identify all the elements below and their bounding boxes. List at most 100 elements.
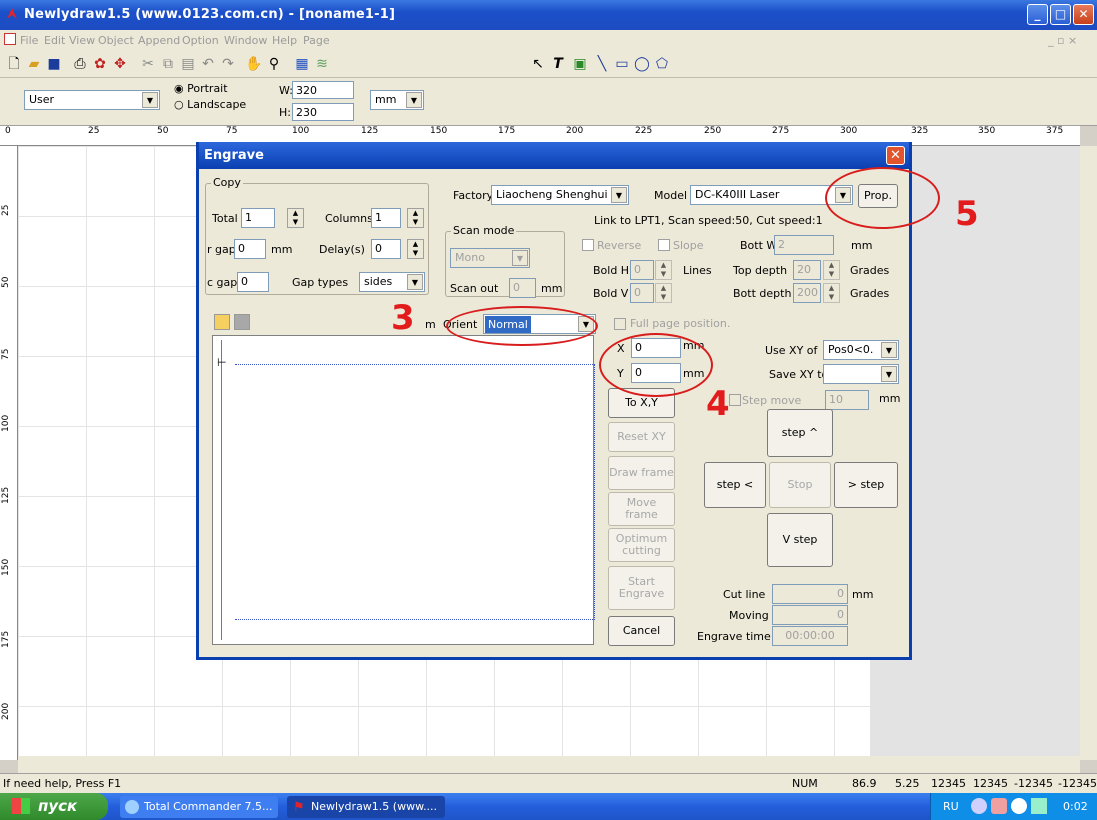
step-up-button[interactable]: step ^ bbox=[767, 409, 833, 457]
columns-spinner[interactable]: ▲ ▼ bbox=[407, 208, 424, 228]
total-spinner[interactable]: ▲ ▼ bbox=[287, 208, 304, 228]
columns-field[interactable]: 1 bbox=[371, 208, 401, 228]
ellipse-icon[interactable]: ◯ bbox=[632, 54, 652, 74]
scan-mode-select[interactable]: Mono ▼ bbox=[450, 248, 530, 268]
menu-window[interactable]: Window bbox=[224, 34, 267, 47]
dialog-close-button[interactable]: ✕ bbox=[886, 146, 905, 165]
factory-select[interactable]: Liaocheng Shenghui ▼ bbox=[491, 185, 629, 205]
page-size-select[interactable]: User ▼ bbox=[24, 90, 160, 110]
menu-page[interactable]: Page bbox=[303, 34, 330, 47]
bott-depth-spinner[interactable]: ▲ ▼ bbox=[823, 283, 840, 303]
menu-append[interactable]: Append bbox=[138, 34, 180, 47]
zoom-icon[interactable]: ⚲ bbox=[264, 54, 284, 74]
bold-h-field[interactable]: 0 bbox=[630, 260, 654, 280]
width-field[interactable]: 320 bbox=[292, 81, 354, 99]
move-frame-button[interactable]: Move frame bbox=[608, 492, 675, 526]
menu-help[interactable]: Help bbox=[272, 34, 297, 47]
start-button[interactable]: пуск bbox=[0, 793, 108, 820]
mdi-controls[interactable]: _ ▫ × bbox=[1048, 34, 1077, 47]
bold-v-field[interactable]: 0 bbox=[630, 283, 654, 303]
taskbar-newlydraw[interactable]: ⚑ Newlydraw1.5 (www.... bbox=[287, 796, 445, 818]
landscape-radio[interactable]: ○ Landscape bbox=[174, 98, 246, 111]
layers-icon[interactable]: ≋ bbox=[312, 54, 332, 74]
tray-icon[interactable] bbox=[1011, 798, 1027, 814]
save-icon[interactable]: ■ bbox=[44, 54, 64, 74]
hand-icon[interactable]: ✋ bbox=[244, 54, 264, 74]
optimum-cutting-button[interactable]: Optimum cutting bbox=[608, 528, 675, 562]
bold-h-label: Bold H bbox=[593, 264, 630, 277]
print-preview-icon[interactable]: ✿ bbox=[90, 54, 110, 74]
bott-w-field[interactable]: 2 bbox=[774, 235, 834, 255]
menu-file[interactable]: File bbox=[20, 34, 38, 47]
reverse-checkbox[interactable] bbox=[582, 239, 594, 251]
top-depth-field[interactable]: 20 bbox=[793, 260, 821, 280]
vertical-scrollbar[interactable] bbox=[1080, 146, 1097, 760]
step-move-field[interactable]: 10 bbox=[825, 390, 869, 410]
delay-field[interactable]: 0 bbox=[371, 239, 401, 259]
slope-checkbox[interactable] bbox=[658, 239, 670, 251]
save-xy-select[interactable]: ▼ bbox=[823, 364, 899, 384]
step-right-button[interactable]: > step bbox=[834, 462, 898, 508]
ruler-tick: 25 bbox=[1, 204, 11, 216]
polygon-icon[interactable]: ⬠ bbox=[652, 54, 672, 74]
menu-edit[interactable]: Edit bbox=[44, 34, 65, 47]
save-file-icon[interactable] bbox=[234, 314, 250, 330]
text-icon[interactable]: T bbox=[548, 54, 568, 74]
draw-frame-button[interactable]: Draw frame bbox=[608, 456, 675, 490]
cancel-button[interactable]: Cancel bbox=[608, 616, 675, 646]
menu-option[interactable]: Option bbox=[182, 34, 219, 47]
line-icon[interactable]: ╲ bbox=[592, 54, 612, 74]
open-icon[interactable]: ▰ bbox=[24, 54, 44, 74]
bott-depth-field[interactable]: 200 bbox=[793, 283, 821, 303]
cut-icon[interactable]: ✂ bbox=[138, 54, 158, 74]
tray-icon[interactable] bbox=[1031, 798, 1047, 814]
bold-h-spinner[interactable]: ▲ ▼ bbox=[655, 260, 672, 280]
step-left-button[interactable]: step < bbox=[704, 462, 766, 508]
dialog-titlebar[interactable]: Engrave ✕ bbox=[199, 142, 909, 169]
chevron-down-icon: ▼ bbox=[406, 92, 422, 108]
stop-button[interactable]: Stop bbox=[769, 462, 831, 508]
taskbar-total-commander[interactable]: Total Commander 7.5... bbox=[120, 796, 278, 818]
tray-icon[interactable] bbox=[971, 798, 987, 814]
open-file-icon[interactable] bbox=[214, 314, 230, 330]
cgap-field[interactable]: 0 bbox=[237, 272, 269, 292]
step-move-checkbox[interactable] bbox=[729, 394, 741, 406]
picture-icon[interactable]: ▣ bbox=[570, 54, 590, 74]
language-indicator[interactable]: RU bbox=[943, 800, 959, 813]
image-icon[interactable]: ▦ bbox=[292, 54, 312, 74]
horizontal-scrollbar[interactable] bbox=[18, 756, 1080, 773]
print-icon[interactable]: ⎙ bbox=[70, 54, 90, 74]
unit-select[interactable]: mm ▼ bbox=[370, 90, 424, 110]
window-titlebar[interactable]: Newlydraw1.5 (www.0123.com.cn) - [noname… bbox=[0, 0, 1097, 30]
height-field[interactable]: 230 bbox=[292, 103, 354, 121]
move-icon[interactable]: ✥ bbox=[110, 54, 130, 74]
reset-xy-button[interactable]: Reset XY bbox=[608, 422, 675, 452]
minimize-button[interactable]: _ bbox=[1027, 4, 1048, 25]
scan-out-field[interactable]: 0 bbox=[509, 278, 536, 298]
close-button[interactable]: ✕ bbox=[1073, 4, 1094, 25]
rectangle-icon[interactable]: ▭ bbox=[612, 54, 632, 74]
gap-types-select[interactable]: sides ▼ bbox=[359, 272, 425, 292]
maximize-button[interactable]: □ bbox=[1050, 4, 1071, 25]
undo-icon[interactable]: ↶ bbox=[198, 54, 218, 74]
bold-v-spinner[interactable]: ▲ ▼ bbox=[655, 283, 672, 303]
step-down-button[interactable]: V step bbox=[767, 513, 833, 567]
total-field[interactable]: 1 bbox=[241, 208, 275, 228]
full-page-checkbox[interactable] bbox=[614, 318, 626, 330]
rgap-field[interactable]: 0 bbox=[234, 239, 266, 259]
windows-logo-icon bbox=[12, 798, 30, 814]
start-engrave-button[interactable]: Start Engrave bbox=[608, 566, 675, 610]
tray-icon[interactable] bbox=[991, 798, 1007, 814]
use-xy-select[interactable]: Pos0<0. ▼ bbox=[823, 340, 899, 360]
delay-spinner[interactable]: ▲ ▼ bbox=[407, 239, 424, 259]
redo-icon[interactable]: ↷ bbox=[218, 54, 238, 74]
menu-view[interactable]: View bbox=[69, 34, 95, 47]
copy-icon[interactable]: ⧉ bbox=[158, 54, 178, 74]
paste-icon[interactable]: ▤ bbox=[178, 54, 198, 74]
top-depth-spinner[interactable]: ▲ ▼ bbox=[823, 260, 840, 280]
new-icon[interactable]: 🗋 bbox=[4, 54, 24, 74]
pointer-icon[interactable]: ↖ bbox=[528, 54, 548, 74]
portrait-radio[interactable]: ◉ Portrait bbox=[174, 82, 228, 95]
engrave-preview[interactable]: ⊢ bbox=[212, 335, 595, 645]
menu-object[interactable]: Object bbox=[98, 34, 134, 47]
